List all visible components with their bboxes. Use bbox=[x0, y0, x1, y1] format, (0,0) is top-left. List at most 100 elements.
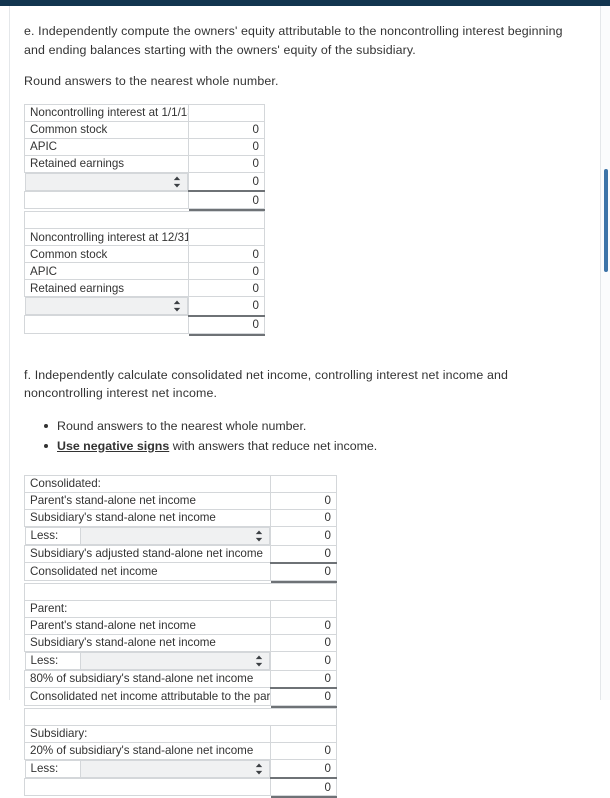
bullet-negative-signs-emphasis: Use negative signs bbox=[57, 439, 169, 453]
vertical-scrollbar-track[interactable] bbox=[601, 6, 610, 700]
table-row: Less: 0 bbox=[25, 759, 337, 778]
table-f-wrapper: Consolidated: Parent's stand-alone net i… bbox=[24, 475, 580, 798]
table-row: 0 bbox=[25, 172, 265, 191]
select-arrows-icon bbox=[255, 655, 263, 666]
table-row: Subsidiary's stand-alone net income0 bbox=[25, 634, 337, 651]
account-select[interactable] bbox=[25, 298, 188, 315]
amount-input[interactable]: 0 bbox=[189, 138, 265, 155]
account-select[interactable] bbox=[80, 652, 270, 669]
row-label: Common stock bbox=[25, 121, 189, 138]
table-section-header-label: Parent: bbox=[25, 600, 271, 617]
amount-input[interactable]: 0 bbox=[189, 246, 265, 263]
table-section-header-blank-cell bbox=[271, 725, 337, 742]
table-block-spacer bbox=[25, 708, 337, 725]
row-label-blank bbox=[25, 191, 189, 209]
row-label: Consolidated net income attributable to … bbox=[25, 688, 271, 706]
net-income-table: Consolidated: Parent's stand-alone net i… bbox=[24, 475, 337, 798]
amount-input[interactable]: 0 bbox=[189, 263, 265, 280]
total-amount-input[interactable]: 0 bbox=[271, 688, 337, 706]
row-label: 80% of subsidiary's stand-alone net inco… bbox=[25, 670, 271, 688]
table-section-header-row: Noncontrolling interest at 12/31/13: bbox=[25, 229, 265, 246]
spacer-cell bbox=[25, 583, 337, 600]
section-e-instruction: Round answers to the nearest whole numbe… bbox=[24, 72, 580, 91]
section-f-prompt: f. Independently calculate consolidated … bbox=[24, 366, 580, 403]
select-row-label-container bbox=[25, 172, 189, 191]
account-select-inner[interactable] bbox=[26, 174, 188, 190]
table-row: Common stock0 bbox=[25, 121, 265, 138]
row-label: Common stock bbox=[25, 246, 189, 263]
table-e-wrapper: Noncontrolling interest at 1/1/13: Commo… bbox=[24, 104, 580, 336]
account-select[interactable] bbox=[25, 173, 188, 190]
bullet-round-answers: Round answers to the nearest whole numbe… bbox=[44, 416, 580, 436]
row-label: Consolidated net income bbox=[25, 563, 271, 581]
select-arrows-icon bbox=[173, 301, 181, 312]
table-row: Retained earnings0 bbox=[25, 280, 265, 297]
amount-input[interactable]: 0 bbox=[271, 742, 337, 759]
amount-input[interactable]: 0 bbox=[271, 526, 337, 545]
table-section-header-blank-cell bbox=[271, 600, 337, 617]
bullet-round-answers-text: Round answers to the nearest whole numbe… bbox=[57, 419, 306, 433]
amount-input[interactable]: 0 bbox=[189, 155, 265, 172]
table-row: APIC0 bbox=[25, 263, 265, 280]
amount-input[interactable]: 0 bbox=[271, 759, 337, 778]
table-section-header-label: Noncontrolling interest at 1/1/13: bbox=[25, 104, 189, 121]
row-label: 20% of subsidiary's stand-alone net inco… bbox=[25, 742, 271, 759]
vertical-scrollbar-thumb[interactable] bbox=[604, 169, 608, 272]
row-label: Retained earnings bbox=[25, 280, 189, 297]
account-select[interactable] bbox=[80, 760, 270, 777]
table-row: 0 bbox=[25, 316, 265, 334]
total-amount-input[interactable]: 0 bbox=[189, 316, 265, 334]
row-label: APIC bbox=[25, 263, 189, 280]
section-e-prompt: e. Independently compute the owners' equ… bbox=[24, 22, 580, 59]
table-row: Common stock0 bbox=[25, 246, 265, 263]
table-row: Less:0 bbox=[25, 651, 337, 670]
table-section-header-row: Subsidiary: bbox=[25, 725, 337, 742]
row-label-blank bbox=[25, 316, 189, 334]
table-section-header-blank-cell bbox=[189, 104, 265, 121]
total-amount-input[interactable]: 0 bbox=[189, 191, 265, 209]
bullet-negative-signs: Use negative signs with answers that red… bbox=[44, 436, 580, 456]
table-f-body: Consolidated: Parent's stand-alone net i… bbox=[25, 475, 337, 798]
account-select-inner[interactable] bbox=[81, 653, 270, 669]
amount-input[interactable]: 0 bbox=[271, 492, 337, 509]
amount-input[interactable]: 0 bbox=[189, 297, 265, 316]
amount-input[interactable]: 0 bbox=[271, 670, 337, 688]
account-select[interactable] bbox=[80, 527, 270, 544]
table-row: 80% of subsidiary's stand-alone net inco… bbox=[25, 670, 337, 688]
bullet-negative-signs-rest: with answers that reduce net income. bbox=[169, 439, 377, 453]
account-select-inner[interactable] bbox=[81, 761, 270, 777]
table-block-spacer bbox=[25, 583, 337, 600]
total-amount-input[interactable]: 0 bbox=[271, 778, 337, 796]
table-row: 0 bbox=[25, 191, 265, 209]
row-label: Subsidiary's adjusted stand-alone net in… bbox=[25, 545, 271, 563]
amount-input[interactable]: 0 bbox=[271, 634, 337, 651]
table-e-body: Noncontrolling interest at 1/1/13: Commo… bbox=[25, 104, 265, 336]
less-label-cell: Less: bbox=[25, 760, 80, 777]
amount-input[interactable]: 0 bbox=[189, 121, 265, 138]
amount-input[interactable]: 0 bbox=[271, 545, 337, 563]
amount-input[interactable]: 0 bbox=[271, 617, 337, 634]
table-section-header-row: Noncontrolling interest at 1/1/13: bbox=[25, 104, 265, 121]
row-label: Retained earnings bbox=[25, 155, 189, 172]
row-label: APIC bbox=[25, 138, 189, 155]
table-row: Parent's stand-alone net income0 bbox=[25, 617, 337, 634]
amount-input[interactable]: 0 bbox=[189, 172, 265, 191]
account-select-inner[interactable] bbox=[81, 528, 270, 544]
row-label: Subsidiary's stand-alone net income bbox=[25, 634, 271, 651]
amount-input[interactable]: 0 bbox=[271, 509, 337, 526]
table-section-header-label: Consolidated: bbox=[25, 475, 271, 492]
table-section-header-label: Subsidiary: bbox=[25, 725, 271, 742]
amount-input[interactable]: 0 bbox=[189, 280, 265, 297]
question-page: e. Independently compute the owners' equ… bbox=[0, 6, 594, 798]
total-amount-input[interactable]: 0 bbox=[271, 563, 337, 581]
table-row: 20% of subsidiary's stand-alone net inco… bbox=[25, 742, 337, 759]
account-select-inner[interactable] bbox=[26, 298, 188, 314]
spacer-cell bbox=[25, 212, 265, 229]
table-row: Less:0 bbox=[25, 526, 337, 545]
table-row: APIC0 bbox=[25, 138, 265, 155]
spacer-cell bbox=[25, 708, 337, 725]
amount-input[interactable]: 0 bbox=[271, 651, 337, 670]
row-label: Parent's stand-alone net income bbox=[25, 617, 271, 634]
table-row: 0 bbox=[25, 297, 265, 316]
table-section-header-label: Noncontrolling interest at 12/31/13: bbox=[25, 229, 189, 246]
